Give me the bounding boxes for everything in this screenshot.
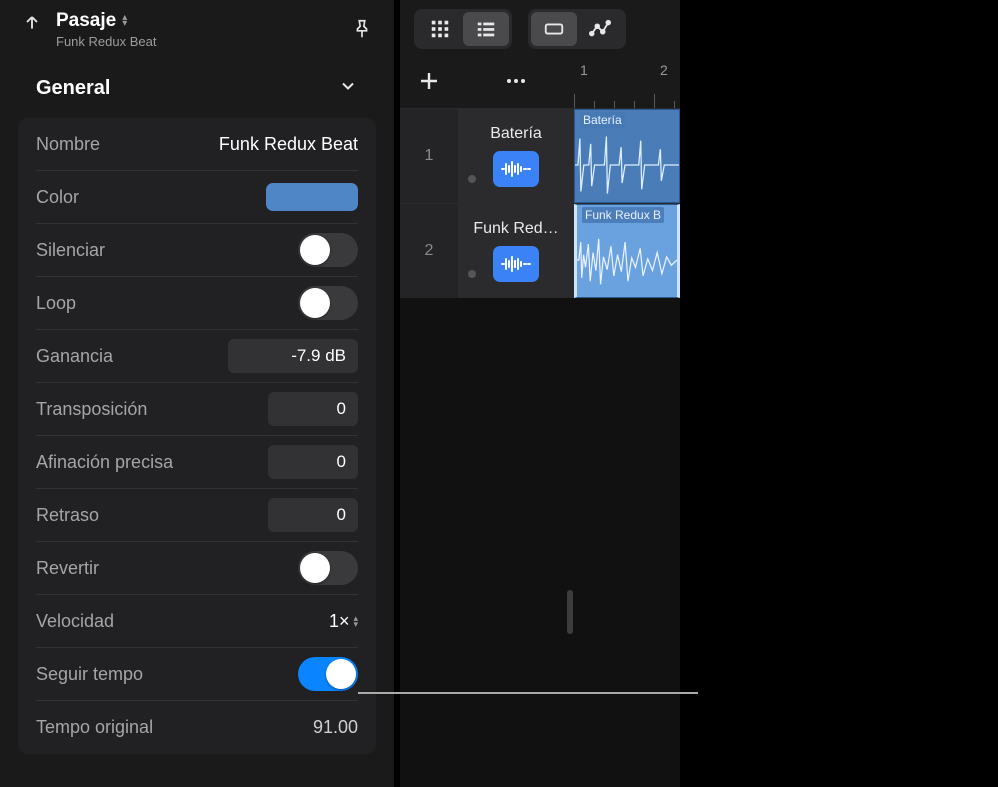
- inspector-header: Pasaje ▴▾ Funk Redux Beat: [0, 0, 394, 58]
- waveform-icon: [575, 128, 679, 202]
- orig-tempo-value[interactable]: 91.00: [313, 717, 358, 738]
- tick-marks: [574, 92, 680, 108]
- row-follow-tempo: Seguir tempo: [36, 648, 358, 701]
- reverse-toggle[interactable]: [298, 551, 358, 585]
- gain-value[interactable]: -7.9 dB: [228, 339, 358, 373]
- track-header[interactable]: Batería: [458, 109, 574, 203]
- loop-toggle[interactable]: [298, 286, 358, 320]
- track-header[interactable]: Funk Red…: [458, 204, 574, 298]
- track-number: 1: [400, 109, 458, 203]
- ruler-marker-1: 1: [580, 62, 588, 78]
- track-mute-indicator[interactable]: [468, 175, 476, 183]
- track-row[interactable]: 2 Funk Red… Funk Redux B: [400, 203, 680, 298]
- delay-label: Retraso: [36, 505, 99, 526]
- inspector-title[interactable]: Pasaje: [56, 10, 116, 32]
- row-gain: Ganancia -7.9 dB: [36, 330, 358, 383]
- color-label: Color: [36, 187, 79, 208]
- audio-region-selected[interactable]: Funk Redux B: [574, 204, 680, 298]
- name-label: Nombre: [36, 134, 100, 155]
- scroll-indicator[interactable]: [567, 590, 573, 634]
- track-name: Batería: [458, 125, 574, 143]
- empty-area: [680, 0, 998, 787]
- view-segmented-control: [414, 9, 512, 49]
- list-view-button[interactable]: [463, 12, 509, 46]
- delay-value[interactable]: 0: [268, 498, 358, 532]
- more-button[interactable]: [458, 58, 574, 108]
- region-mode-button[interactable]: [531, 12, 577, 46]
- track-type-icon: [493, 151, 539, 187]
- more-icon: [504, 69, 528, 98]
- toolbar: [400, 0, 680, 58]
- chevron-down-icon: [338, 76, 358, 101]
- row-name: Nombre Funk Redux Beat: [36, 118, 358, 171]
- ruler-row: 1 2: [400, 58, 680, 108]
- row-orig-tempo: Tempo original 91.00: [36, 701, 358, 754]
- plus-icon: [417, 69, 441, 98]
- row-mute: Silenciar: [36, 224, 358, 277]
- track-number: 2: [400, 204, 458, 298]
- color-swatch[interactable]: [266, 183, 358, 211]
- follow-tempo-label: Seguir tempo: [36, 664, 143, 685]
- grid-view-button[interactable]: [417, 12, 463, 46]
- header-text: Pasaje ▴▾ Funk Redux Beat: [56, 10, 156, 49]
- transpose-label: Transposición: [36, 399, 147, 420]
- track-type-icon: [493, 246, 539, 282]
- reverse-label: Revertir: [36, 558, 99, 579]
- row-transpose: Transposición 0: [36, 383, 358, 436]
- name-value[interactable]: Funk Redux Beat: [219, 134, 358, 155]
- mode-segmented-control: [528, 9, 626, 49]
- speed-label: Velocidad: [36, 611, 114, 632]
- speed-value[interactable]: 1× ▴▾: [329, 611, 358, 632]
- gain-label: Ganancia: [36, 346, 113, 367]
- finetune-value[interactable]: 0: [268, 445, 358, 479]
- track-mute-indicator[interactable]: [468, 270, 476, 278]
- transpose-value[interactable]: 0: [268, 392, 358, 426]
- inspector-subtitle: Funk Redux Beat: [56, 34, 156, 49]
- audio-region[interactable]: Batería: [574, 109, 680, 203]
- loop-label: Loop: [36, 293, 76, 314]
- add-track-button[interactable]: [400, 58, 458, 108]
- track-name: Funk Red…: [458, 220, 574, 238]
- inspector-panel: Pasaje ▴▾ Funk Redux Beat General Nombre…: [0, 0, 394, 787]
- section-title: General: [36, 77, 110, 100]
- row-reverse: Revertir: [36, 542, 358, 595]
- row-finetune: Afinación precisa 0: [36, 436, 358, 489]
- row-delay: Retraso 0: [36, 489, 358, 542]
- region-label: Batería: [580, 112, 625, 128]
- row-speed: Velocidad 1× ▴▾: [36, 595, 358, 648]
- follow-tempo-toggle[interactable]: [298, 657, 358, 691]
- waveform-icon: [577, 223, 677, 297]
- pin-button[interactable]: [348, 15, 376, 43]
- orig-tempo-label: Tempo original: [36, 717, 153, 738]
- properties-list: Nombre Funk Redux Beat Color Silenciar L…: [18, 118, 376, 754]
- region-label: Funk Redux B: [582, 207, 664, 223]
- automation-mode-button[interactable]: [577, 12, 623, 46]
- mute-label: Silenciar: [36, 240, 105, 261]
- track-row[interactable]: 1 Batería Batería: [400, 108, 680, 203]
- ruler-marker-2: 2: [660, 62, 668, 78]
- timeline-ruler[interactable]: 1 2: [574, 58, 680, 108]
- mute-toggle[interactable]: [298, 233, 358, 267]
- finetune-label: Afinación precisa: [36, 452, 173, 473]
- back-button[interactable]: [18, 8, 46, 36]
- speed-text: 1×: [329, 611, 350, 632]
- row-color: Color: [36, 171, 358, 224]
- section-header[interactable]: General: [0, 58, 394, 118]
- updown-stepper-icon: ▴▾: [353, 615, 358, 627]
- tracks-panel: 1 2 1 Batería Batería: [400, 0, 680, 787]
- row-loop: Loop: [36, 277, 358, 330]
- updown-stepper-icon[interactable]: ▴▾: [122, 15, 127, 27]
- callout-line: [358, 692, 698, 694]
